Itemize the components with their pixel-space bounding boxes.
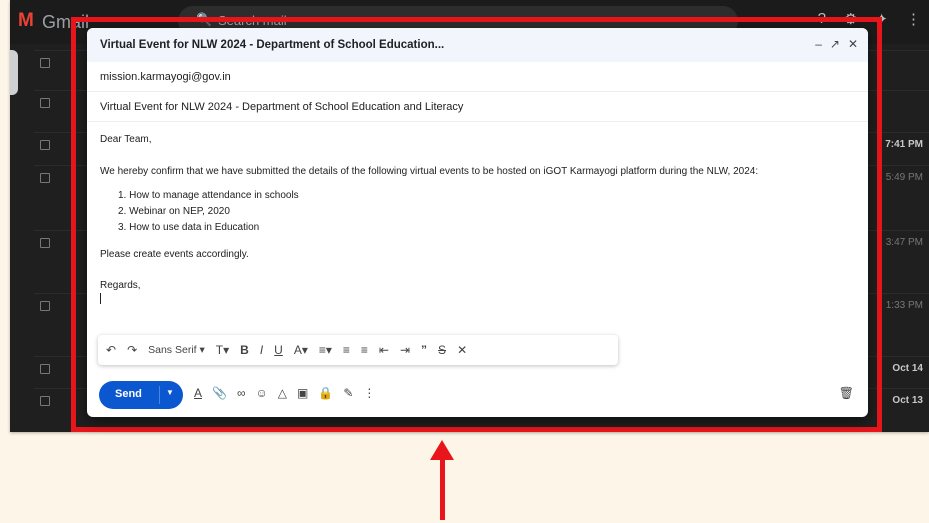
row-date: 7:41 PM — [885, 139, 923, 150]
numbered-list-icon[interactable]: ≡ — [343, 343, 350, 357]
row-date: 5:49 PM — [885, 172, 923, 183]
emoji-icon[interactable]: ☺ — [256, 386, 268, 400]
photo-icon[interactable]: ▣ — [297, 386, 308, 400]
minimize-icon[interactable]: – — [815, 37, 822, 51]
formatting-options-icon[interactable]: A — [194, 386, 202, 400]
row-checkbox[interactable] — [40, 364, 50, 374]
send-button[interactable]: Send ▼ — [99, 381, 183, 409]
trash-icon[interactable]: 🗑 — [839, 386, 854, 400]
row-checkbox[interactable] — [40, 238, 50, 248]
italic-icon[interactable]: I — [260, 343, 263, 357]
link-icon[interactable]: ∞ — [237, 386, 246, 400]
to-field[interactable]: mission.karmayogi@gov.in — [87, 62, 868, 92]
indent-more-icon[interactable]: ⇥ — [400, 343, 410, 357]
gmail-logo-icon[interactable]: M — [18, 10, 34, 32]
signature-icon[interactable]: ✎ — [343, 386, 353, 400]
compose-header: Virtual Event for NLW 2024 - Department … — [87, 28, 868, 62]
arrow-shaft — [440, 456, 445, 520]
text-cursor — [100, 293, 101, 304]
font-select-label: Sans Serif — [148, 344, 197, 356]
subject-field[interactable]: Virtual Event for NLW 2024 - Department … — [87, 92, 868, 122]
underline-icon[interactable]: U — [274, 343, 283, 357]
row-date: Oct 13 — [892, 395, 923, 406]
row-date: Oct 14 — [892, 363, 923, 374]
row-date: 1:33 PM — [885, 300, 923, 311]
row-checkbox[interactable] — [40, 396, 50, 406]
strikethrough-icon[interactable]: S — [438, 343, 446, 357]
font-select[interactable]: Sans Serif ▾ — [148, 344, 205, 356]
undo-icon[interactable]: ↶ — [106, 343, 116, 357]
text-color-icon[interactable]: A▾ — [294, 343, 308, 357]
drive-icon[interactable]: △ — [278, 386, 287, 400]
confidential-icon[interactable]: 🔒 — [318, 386, 333, 400]
row-checkbox[interactable] — [40, 173, 50, 183]
request-text: Please create events accordingly. — [100, 249, 249, 260]
compose-bottom-bar: Send ▼ A 📎 ∞ ☺ △ ▣ 🔒 ✎ ⋮ 🗑 — [87, 376, 868, 412]
apps-icon[interactable]: ⋮ — [906, 10, 921, 28]
remove-formatting-icon[interactable]: ✕ — [457, 343, 467, 357]
row-checkbox[interactable] — [40, 140, 50, 150]
list-item: 2. Webinar on NEP, 2020 — [118, 206, 230, 217]
inbox-tab-icon[interactable] — [40, 98, 50, 108]
redo-icon[interactable]: ↷ — [127, 343, 137, 357]
formatting-toolbar: ↶ ↷ Sans Serif ▾ T▾ B I U A▾ ≡▾ ≡ ≡ ⇤ ⇥ … — [98, 335, 618, 365]
attach-icon[interactable]: 📎 — [212, 386, 227, 400]
more-options-icon[interactable]: ⋮ — [363, 386, 375, 400]
close-icon[interactable]: ✕ — [848, 37, 858, 51]
compose-actions: A 📎 ∞ ☺ △ ▣ 🔒 ✎ ⋮ — [194, 386, 375, 400]
window-controls: – ↗ ✕ — [815, 37, 858, 51]
compose-title[interactable]: Virtual Event for NLW 2024 - Department … — [100, 39, 444, 51]
bulleted-list-icon[interactable]: ≡ — [361, 343, 368, 357]
recipient-address[interactable]: mission.karmayogi@gov.in — [100, 71, 231, 83]
row-checkbox[interactable] — [40, 301, 50, 311]
list-item: 3. How to use data in Education — [118, 222, 260, 233]
greeting-text: Dear Team, — [100, 134, 152, 145]
compose-rail-button[interactable] — [10, 50, 18, 95]
compose-window: Virtual Event for NLW 2024 - Department … — [87, 28, 868, 417]
send-options-icon[interactable]: ▼ — [166, 388, 174, 397]
font-size-icon[interactable]: T▾ — [216, 343, 229, 357]
expand-icon[interactable]: ↗ — [830, 37, 840, 51]
indent-less-icon[interactable]: ⇤ — [379, 343, 389, 357]
list-item: 1. How to manage attendance in schools — [118, 190, 299, 201]
quote-icon[interactable]: ” — [421, 343, 427, 357]
signoff-text: Regards, — [100, 280, 141, 291]
align-icon[interactable]: ≡▾ — [319, 343, 332, 357]
select-all-checkbox[interactable] — [40, 58, 50, 68]
send-label: Send — [115, 388, 142, 400]
bold-icon[interactable]: B — [240, 343, 249, 357]
subject-input[interactable]: Virtual Event for NLW 2024 - Department … — [100, 101, 463, 113]
send-divider — [159, 386, 160, 404]
intro-text: We hereby confirm that we have submitted… — [100, 166, 759, 177]
row-date: 3:47 PM — [885, 237, 923, 248]
